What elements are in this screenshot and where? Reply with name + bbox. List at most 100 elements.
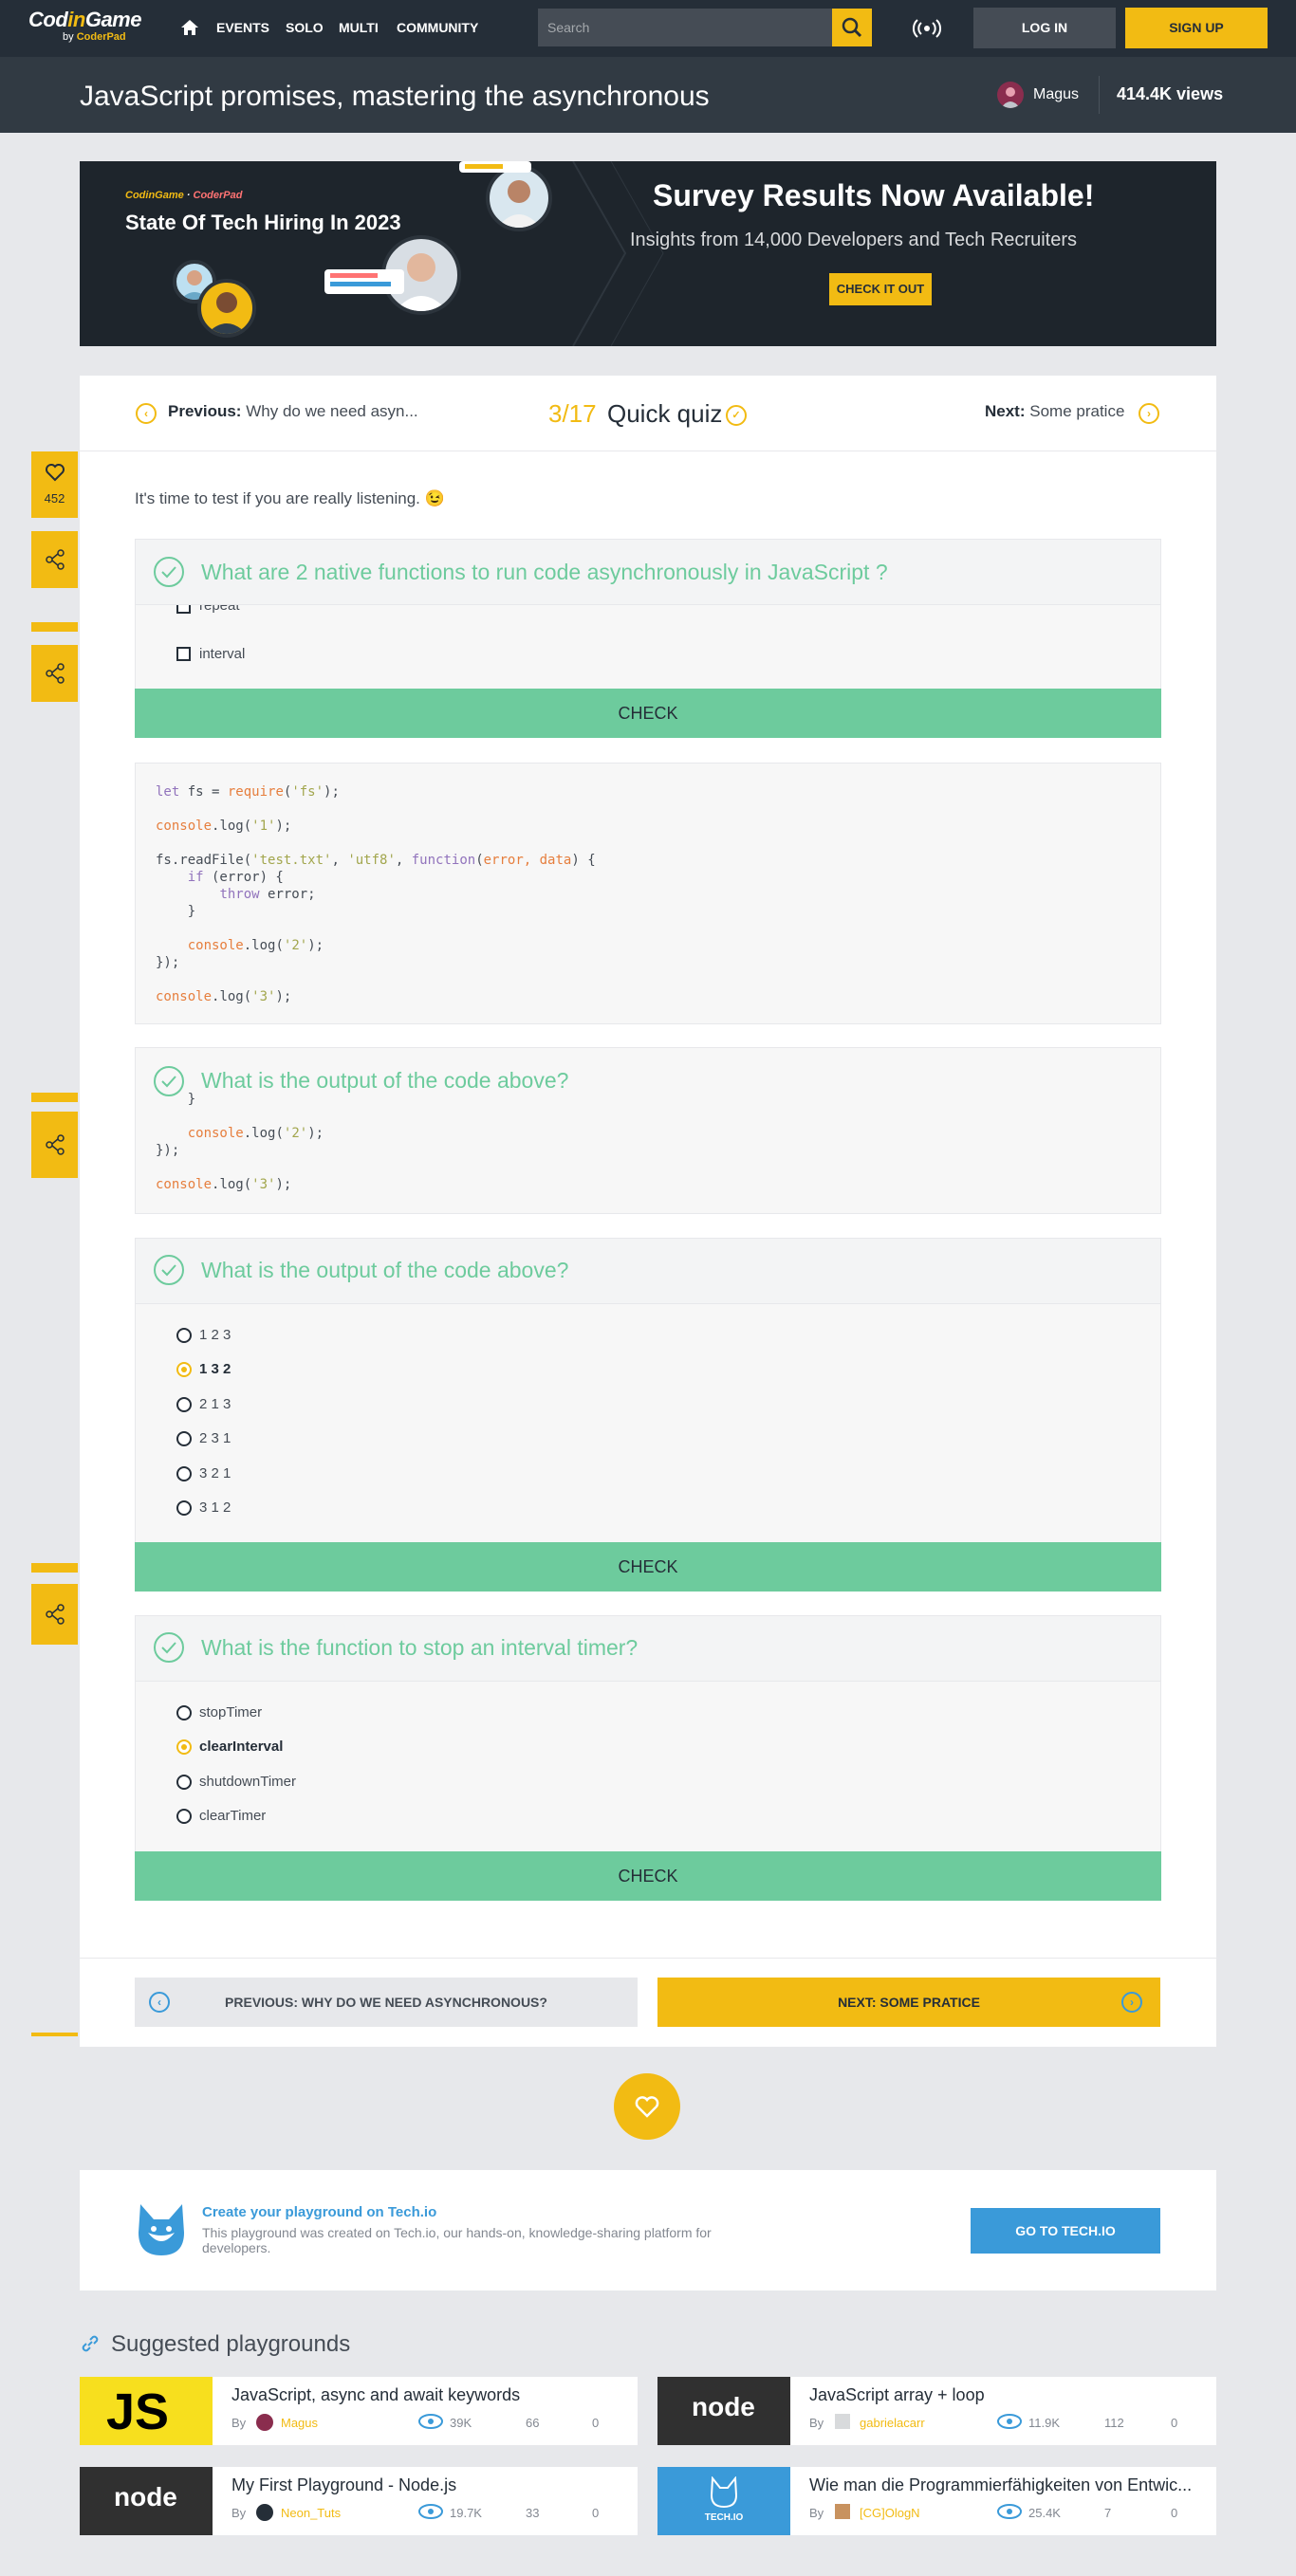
techio-thumbnail: TECH.IO bbox=[657, 2467, 790, 2535]
quiz-2-question: What is the output of the code above? bbox=[201, 1068, 569, 1093]
card-meta: By bbox=[809, 2416, 824, 2430]
card-likes: 112 bbox=[1104, 2416, 1124, 2430]
share-button[interactable] bbox=[31, 1584, 78, 1645]
radio-button[interactable] bbox=[176, 1775, 192, 1790]
step-counter: 3/17 bbox=[548, 399, 597, 428]
avatar bbox=[256, 2414, 273, 2431]
card-author[interactable]: gabrielacarr bbox=[860, 2416, 925, 2430]
prev-lesson-link[interactable]: Previous: Why do we need asyn... bbox=[168, 402, 418, 421]
avatar bbox=[835, 2414, 850, 2429]
banner-cta-button[interactable]: CHECK IT OUT bbox=[829, 273, 932, 305]
share-button[interactable] bbox=[31, 645, 78, 702]
share-button[interactable] bbox=[31, 531, 78, 588]
techio-fox-icon bbox=[139, 2204, 184, 2255]
card-author[interactable]: Magus bbox=[281, 2416, 318, 2430]
quiz-1-option: repeat bbox=[199, 605, 240, 614]
card-title[interactable]: JavaScript array + loop bbox=[809, 2385, 985, 2405]
quiz-3-option[interactable]: 1 2 3 bbox=[199, 1327, 231, 1343]
share-button[interactable] bbox=[31, 1112, 78, 1178]
chevron-down-icon[interactable]: ✓ bbox=[726, 405, 747, 426]
eye-icon bbox=[997, 2414, 1022, 2429]
card-title[interactable]: JavaScript, async and await keywords bbox=[231, 2385, 520, 2405]
checkbox[interactable] bbox=[176, 605, 191, 614]
quiz-4-option[interactable]: shutdownTimer bbox=[199, 1774, 296, 1790]
check-button[interactable]: CHECK bbox=[135, 1851, 1161, 1901]
card-meta: By bbox=[231, 2506, 247, 2520]
quiz-4-option-selected[interactable]: clearInterval bbox=[199, 1739, 283, 1755]
go-to-techio-button[interactable]: GO TO TECH.IO bbox=[971, 2208, 1160, 2254]
search-input[interactable] bbox=[538, 9, 832, 46]
share-icon bbox=[46, 663, 65, 684]
like-count: 452 bbox=[44, 491, 65, 506]
radio-button[interactable] bbox=[176, 1431, 192, 1446]
card-title[interactable]: My First Playground - Node.js bbox=[231, 2475, 456, 2495]
author-avatar[interactable] bbox=[997, 82, 1024, 108]
sidebar-divider bbox=[31, 2033, 78, 2036]
banner-logo: CodinGame · CoderPad bbox=[125, 190, 243, 201]
card-comments: 0 bbox=[1171, 2506, 1178, 2520]
like-button[interactable]: 452 bbox=[31, 451, 78, 518]
nav-events[interactable]: EVENTS bbox=[216, 20, 269, 35]
radio-button[interactable] bbox=[176, 1500, 192, 1516]
link-icon bbox=[82, 2335, 99, 2352]
intro-text: It's time to test if you are really list… bbox=[135, 489, 445, 507]
radio-button[interactable] bbox=[176, 1328, 192, 1343]
home-icon[interactable] bbox=[180, 18, 199, 37]
quiz-3-option-selected[interactable]: 1 3 2 bbox=[199, 1361, 231, 1377]
node-thumbnail: node bbox=[80, 2467, 213, 2535]
check-button[interactable]: CHECK bbox=[135, 1542, 1161, 1592]
radio-button-selected[interactable] bbox=[176, 1739, 192, 1755]
card-meta: By bbox=[231, 2416, 247, 2430]
like-big-button[interactable] bbox=[614, 2073, 680, 2140]
card-likes: 33 bbox=[526, 2506, 540, 2520]
radio-button[interactable] bbox=[176, 1397, 192, 1412]
nav-multi[interactable]: MULTI bbox=[339, 20, 379, 35]
eye-icon bbox=[418, 2504, 443, 2519]
quiz-4-option[interactable]: clearTimer bbox=[199, 1808, 266, 1824]
quiz-4-option[interactable]: stopTimer bbox=[199, 1704, 262, 1720]
broadcast-icon[interactable] bbox=[911, 17, 943, 40]
search-button[interactable] bbox=[832, 9, 872, 46]
card-author[interactable]: Neon_Tuts bbox=[281, 2506, 341, 2520]
quiz-3-option[interactable]: 2 3 1 bbox=[199, 1430, 231, 1446]
techio-description: This playground was created on Tech.io, … bbox=[202, 2225, 712, 2255]
login-button[interactable]: LOG IN bbox=[973, 8, 1116, 48]
next-chevron-icon[interactable]: › bbox=[1139, 403, 1159, 424]
quiz-3-option[interactable]: 3 2 1 bbox=[199, 1465, 231, 1481]
chevron-right-icon: › bbox=[1121, 1992, 1142, 2013]
codingame-logo[interactable]: CodinGame bbox=[28, 8, 141, 32]
card-likes: 7 bbox=[1104, 2506, 1112, 2520]
prev-chevron-icon[interactable]: ‹ bbox=[136, 403, 157, 424]
step-title[interactable]: Quick quiz bbox=[607, 399, 722, 429]
share-icon bbox=[46, 1604, 65, 1625]
heart-icon bbox=[635, 2096, 659, 2118]
nav-solo[interactable]: SOLO bbox=[286, 20, 324, 35]
suggested-heading: Suggested playgrounds bbox=[111, 2331, 351, 2357]
radio-button-selected[interactable] bbox=[176, 1362, 192, 1377]
signup-button[interactable]: SIGN UP bbox=[1125, 8, 1268, 48]
sidebar-divider bbox=[31, 622, 78, 632]
ad-banner[interactable]: CodinGame · CoderPad State Of Tech Hirin… bbox=[80, 161, 1216, 346]
quiz-4-question: What is the function to stop an interval… bbox=[201, 1635, 639, 1660]
radio-button[interactable] bbox=[176, 1809, 192, 1824]
quiz-1-option[interactable]: interval bbox=[199, 646, 245, 662]
nav-community[interactable]: COMMUNITY bbox=[397, 20, 478, 35]
card-author[interactable]: [CG]OlogN bbox=[860, 2506, 920, 2520]
next-lesson-link[interactable]: Next: Some pratice bbox=[985, 402, 1124, 421]
radio-button[interactable] bbox=[176, 1705, 192, 1720]
techio-title[interactable]: Create your playground on Tech.io bbox=[202, 2204, 436, 2220]
bottom-next-button[interactable]: NEXT: SOME PRATICE bbox=[657, 1978, 1160, 2027]
card-comments: 0 bbox=[592, 2506, 600, 2520]
bottom-prev-button[interactable]: PREVIOUS: WHY DO WE NEED ASYNCHRONOUS? bbox=[135, 1978, 638, 2027]
check-button[interactable]: CHECK bbox=[135, 689, 1161, 738]
card-title[interactable]: Wie man die Programmierfähigkeiten von E… bbox=[809, 2475, 1192, 2495]
checkbox[interactable] bbox=[176, 647, 191, 661]
author-name[interactable]: Magus bbox=[1033, 86, 1079, 103]
banner-title: Survey Results Now Available! bbox=[653, 178, 1095, 212]
banner-tag bbox=[459, 161, 531, 173]
radio-button[interactable] bbox=[176, 1466, 192, 1481]
check-circle-icon bbox=[154, 1255, 184, 1285]
search-icon bbox=[842, 17, 862, 38]
quiz-3-option[interactable]: 2 1 3 bbox=[199, 1396, 231, 1412]
quiz-3-option[interactable]: 3 1 2 bbox=[199, 1500, 231, 1516]
